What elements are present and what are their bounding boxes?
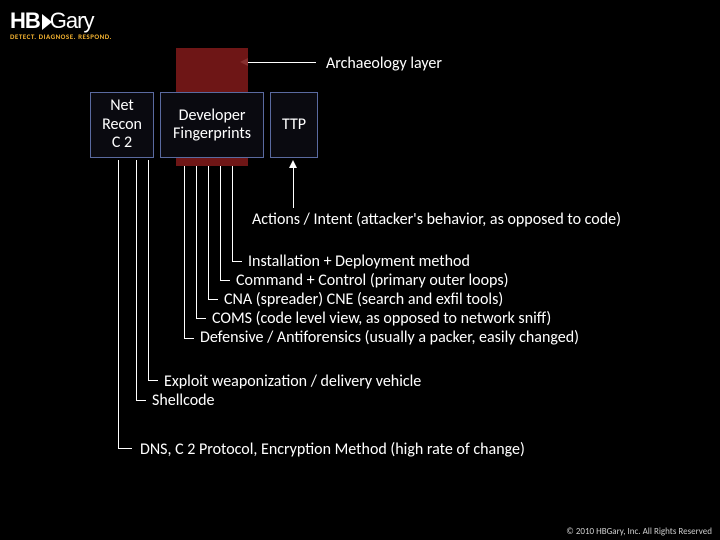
arrow-ttp-head-icon (289, 160, 297, 168)
conn-stub-6 (148, 380, 158, 381)
footer: © 2010 HBGary, Inc. All Rights Reserved (0, 520, 720, 540)
list-item-4: COMS (code level view, as opposed to net… (212, 309, 551, 328)
conn-stub-2 (220, 280, 230, 281)
logo: HB Gary DETECT. DIAGNOSE. RESPOND. (10, 8, 140, 42)
conn-line-5 (184, 166, 185, 338)
arrow-ttp-line (293, 168, 294, 208)
list-item-6: Exploit weaponization / delivery vehicle (164, 372, 421, 391)
logo-main: HB (10, 8, 40, 33)
label-actions-intent: Actions / Intent (attacker's behavior, a… (252, 210, 621, 229)
conn-stub-5 (184, 338, 194, 339)
conn-stub-4 (196, 318, 206, 319)
box-dev-fingerprints: Developer Fingerprints (160, 92, 264, 158)
conn-stub-8 (118, 448, 132, 449)
conn-line-7 (136, 160, 137, 400)
box-ttp: TTP (270, 92, 318, 158)
logo-main2: Gary (50, 8, 94, 33)
box-net-recon-text: Net Recon C 2 (102, 97, 142, 152)
conn-stub-3 (208, 299, 218, 300)
conn-stub-7 (136, 400, 146, 401)
box-net-recon: Net Recon C 2 (90, 92, 154, 158)
box-ttp-text: TTP (282, 116, 306, 134)
arrow-archaeology-line (248, 62, 316, 63)
list-item-2: Command + Control (primary outer loops) (236, 271, 508, 290)
conn-line-2 (220, 166, 221, 280)
logo-sub: DETECT. DIAGNOSE. RESPOND. (10, 32, 140, 41)
conn-line-1 (232, 166, 233, 261)
list-item-3: CNA (spreader) CNE (search and exfil too… (224, 290, 503, 309)
label-archaeology: Archaeology layer (326, 54, 442, 73)
conn-line-4 (196, 166, 197, 318)
box-dev-fp-text: Developer Fingerprints (173, 107, 251, 144)
list-item-1: Installation + Deployment method (248, 252, 470, 271)
label-dns: DNS, C 2 Protocol, Encryption Method (hi… (140, 440, 525, 459)
conn-line-3 (208, 166, 209, 299)
conn-line-8 (118, 160, 119, 448)
list-item-5: Defensive / Antiforensics (usually a pac… (200, 328, 579, 347)
list-item-7: Shellcode (152, 391, 215, 410)
conn-stub-1 (232, 261, 242, 262)
conn-line-6 (148, 160, 149, 380)
copyright: © 2010 HBGary, Inc. All Rights Reserved (566, 526, 712, 537)
